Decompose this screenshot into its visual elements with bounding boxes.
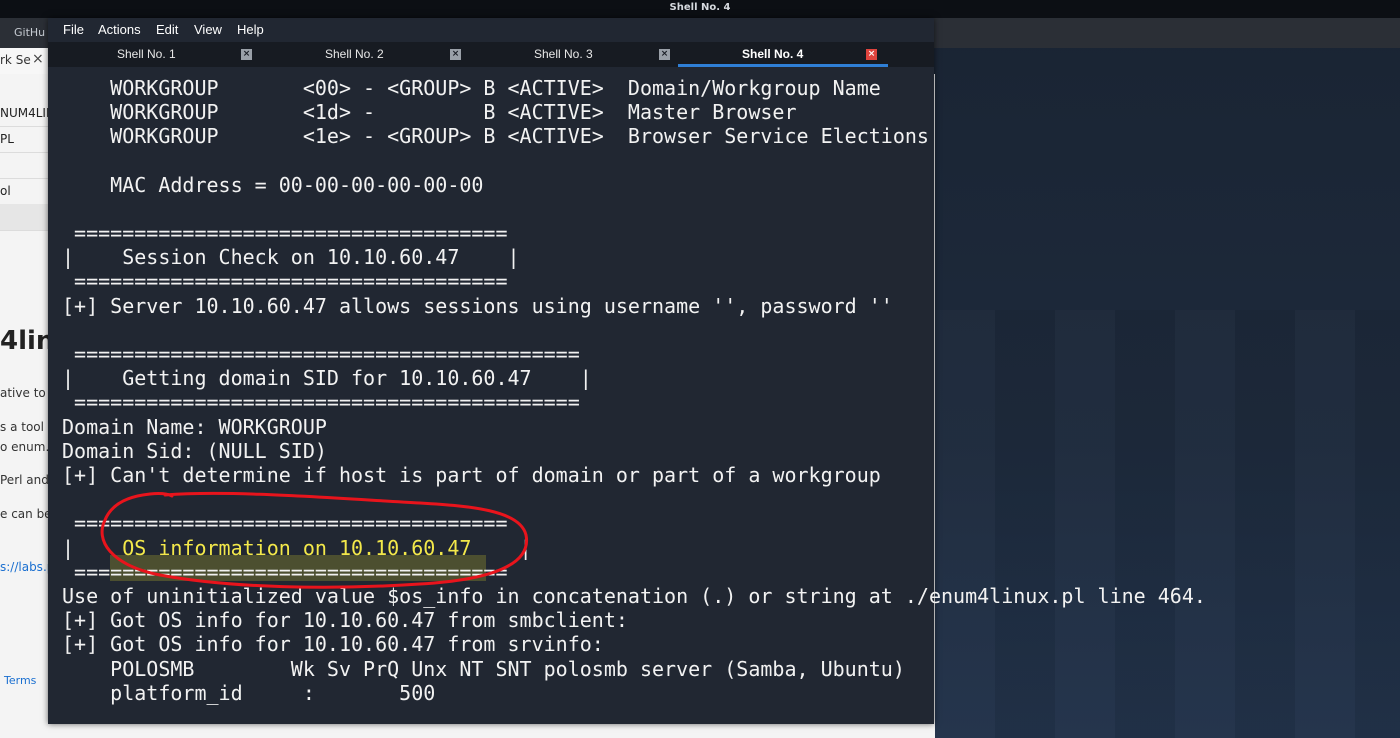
annotation-circle-stroke xyxy=(100,491,529,589)
annotation-circle xyxy=(100,491,529,589)
